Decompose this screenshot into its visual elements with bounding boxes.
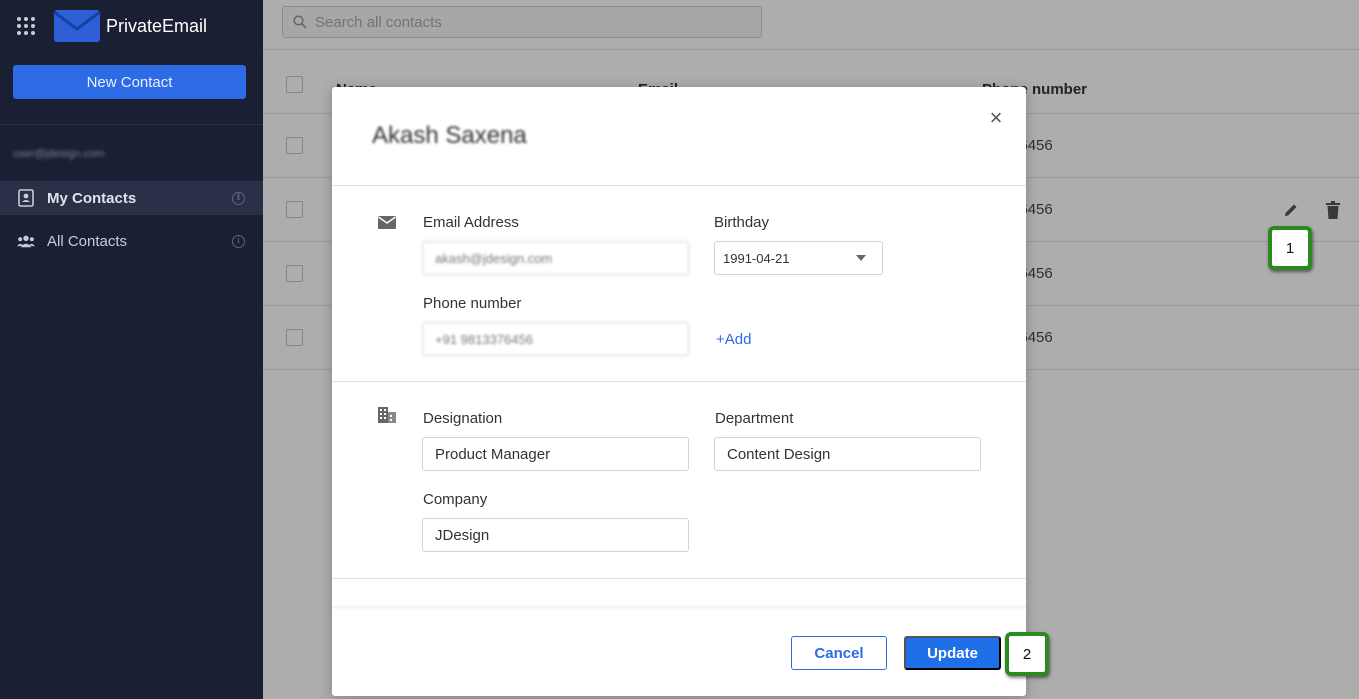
envelope-logo-icon xyxy=(53,10,101,42)
company-label: Company xyxy=(423,491,488,508)
sidebar-item-my-contacts[interactable]: My Contacts i xyxy=(0,181,263,215)
birthday-select[interactable]: 1991-04-21 xyxy=(714,241,883,275)
envelope-icon xyxy=(378,213,396,231)
sidebar: PrivateEmail New Contact user@jdesign.co… xyxy=(0,0,263,699)
update-button[interactable]: Update xyxy=(904,636,1001,670)
building-icon xyxy=(378,406,396,424)
info-icon[interactable]: i xyxy=(232,234,245,248)
company-field[interactable] xyxy=(422,518,689,552)
email-field[interactable] xyxy=(422,241,689,275)
caret-down-icon xyxy=(856,255,866,261)
sidebar-item-label: My Contacts xyxy=(47,189,137,207)
email-label: Email Address xyxy=(423,214,519,231)
contact-name-title: Akash Saxena xyxy=(372,122,527,149)
account-email: user@jdesign.com xyxy=(13,148,105,160)
birthday-value: 1991-04-21 xyxy=(723,250,790,266)
sidebar-item-label: All Contacts xyxy=(47,232,128,250)
close-icon[interactable]: × xyxy=(986,107,1006,129)
apps-grid-icon[interactable] xyxy=(17,17,35,35)
footer-shadow xyxy=(332,606,1026,610)
people-icon xyxy=(17,232,35,250)
phone-label: Phone number xyxy=(423,295,522,312)
step-marker-1: 1 xyxy=(1268,226,1312,270)
cancel-button[interactable]: Cancel xyxy=(791,636,887,670)
designation-label: Designation xyxy=(423,410,503,427)
divider xyxy=(332,185,1026,186)
birthday-label: Birthday xyxy=(714,214,770,231)
phone-field[interactable] xyxy=(422,322,689,356)
address-book-icon xyxy=(17,189,35,207)
add-phone-link[interactable]: +Add xyxy=(716,331,751,348)
divider xyxy=(332,381,1026,382)
edit-contact-modal: Akash Saxena × Email Address Birthday 19… xyxy=(332,87,1026,696)
sidebar-item-all-contacts[interactable]: All Contacts i xyxy=(0,224,263,258)
divider xyxy=(332,578,1026,579)
new-contact-button[interactable]: New Contact xyxy=(13,65,246,99)
sidebar-divider xyxy=(0,124,263,125)
step-marker-2: 2 xyxy=(1005,632,1049,676)
brand-logo-text: PrivateEmail xyxy=(106,16,208,36)
designation-field[interactable] xyxy=(422,437,689,471)
info-icon[interactable]: i xyxy=(232,191,245,205)
department-field[interactable] xyxy=(714,437,981,471)
department-label: Department xyxy=(715,410,794,427)
